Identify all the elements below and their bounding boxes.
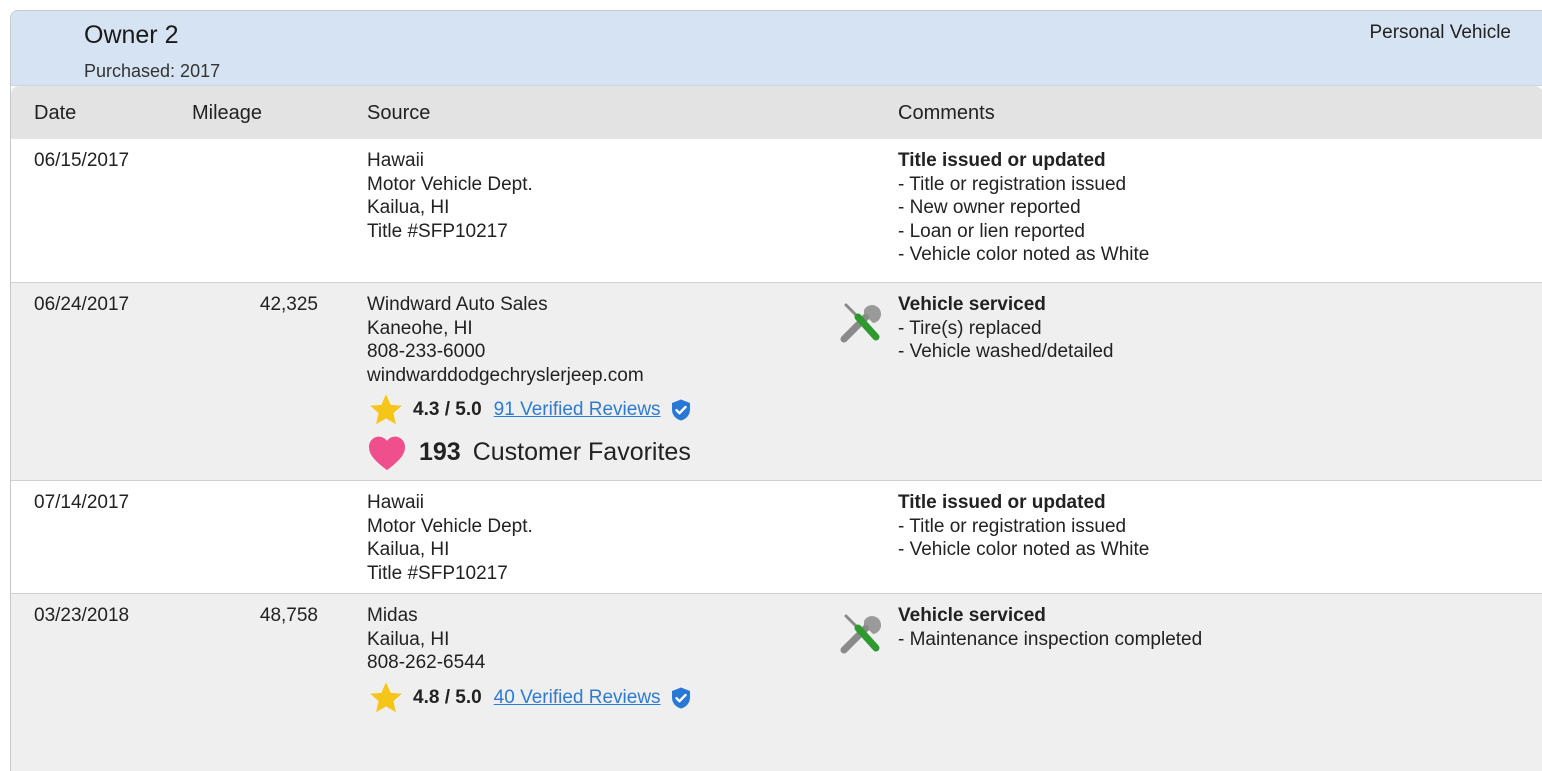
row-mileage: 42,325 — [259, 294, 318, 315]
column-date: Date — [34, 102, 77, 124]
owner-header: Owner 2 Purchased: 2017 Personal Vehicle — [11, 11, 1542, 86]
verified-shield-icon — [671, 687, 690, 708]
verified-reviews-link[interactable]: 40 Verified Reviews — [494, 686, 661, 710]
comment-title: Title issued or updated — [898, 492, 1106, 513]
comment-item: - Vehicle color noted as White — [898, 244, 1150, 265]
table-row: 06/15/2017 Hawaii Motor Vehicle Dept. Ka… — [11, 139, 1542, 283]
source-location: Kailua, HI — [367, 628, 450, 650]
wrench-screwdriver-icon — [840, 303, 882, 343]
column-mileage: Mileage — [192, 102, 263, 124]
row-comments: Title issued or updated - Title or regis… — [898, 491, 1149, 562]
comment-item: - Title or registration issued — [898, 515, 1127, 537]
vehicle-use-type: Personal Vehicle — [1369, 22, 1511, 43]
comment-title: Vehicle serviced — [898, 294, 1046, 315]
column-comments: Comments — [898, 102, 995, 124]
row-source: Windward Auto Sales Kaneohe, HI 808-233-… — [367, 293, 693, 473]
star-icon — [370, 394, 402, 425]
row-date: 06/24/2017 — [34, 294, 130, 315]
row-source: Hawaii Motor Vehicle Dept. Kailua, HI Ti… — [367, 491, 533, 585]
source-dept: Motor Vehicle Dept. — [367, 173, 533, 195]
table-header: Date Mileage Source Comments — [11, 86, 1542, 139]
rating-value: 4.8 / 5.0 — [413, 686, 482, 708]
customer-favorites: 193 Customer Favorites — [367, 433, 693, 473]
source-title-number: Title #SFP10217 — [367, 220, 508, 242]
source-dept: Motor Vehicle Dept. — [367, 515, 533, 537]
dealer-rating: 4.3 / 5.0 91 Verified Reviews — [367, 393, 693, 427]
row-comments: Vehicle serviced - Tire(s) replaced - Ve… — [898, 293, 1113, 364]
row-date: 03/23/2018 — [34, 605, 130, 626]
comment-item: - Title or registration issued — [898, 173, 1127, 195]
favorites-label: Customer Favorites — [472, 438, 691, 467]
star-icon — [370, 681, 402, 712]
source-phone: 808-233-6000 — [367, 341, 486, 362]
row-comments: Vehicle serviced - Maintenance inspectio… — [898, 604, 1202, 651]
row-source: Midas Kailua, HI 808-262-6544 4.8 / 5.0 … — [367, 604, 693, 715]
comment-item: - Vehicle washed/detailed — [898, 341, 1114, 362]
comment-item: - Loan or lien reported — [898, 220, 1085, 242]
comment-item: - Maintenance inspection completed — [898, 628, 1203, 650]
shop-rating: 4.8 / 5.0 40 Verified Reviews — [367, 681, 693, 715]
verified-shield-icon — [671, 399, 690, 421]
source-location: Kaneohe, HI — [367, 317, 473, 339]
comment-title: Vehicle serviced — [898, 605, 1046, 626]
source-name: Hawaii — [367, 150, 425, 171]
table-row: 03/23/2018 48,758 Midas Kailua, HI 808-2… — [11, 594, 1542, 771]
comment-item: - New owner reported — [898, 197, 1081, 218]
heart-icon — [369, 436, 405, 471]
table-row: 06/24/2017 42,325 Windward Auto Sales Ka… — [11, 283, 1542, 481]
purchased-label: Purchased: 2017 — [84, 61, 221, 81]
source-website: windwarddodgechryslerjeep.com — [367, 364, 644, 386]
row-date: 06/15/2017 — [34, 150, 130, 171]
row-date: 07/14/2017 — [34, 492, 130, 513]
wrench-screwdriver-icon — [840, 614, 882, 654]
owner-history-panel: Owner 2 Purchased: 2017 Personal Vehicle… — [10, 10, 1542, 771]
source-phone: 808-262-6544 — [367, 652, 486, 673]
source-title-number: Title #SFP10217 — [367, 562, 508, 584]
source-name: Hawaii — [367, 492, 425, 513]
comment-title: Title issued or updated — [898, 150, 1106, 171]
source-name: Midas — [367, 605, 418, 626]
source-name: Windward Auto Sales — [367, 294, 548, 315]
comment-item: - Vehicle color noted as White — [898, 539, 1150, 560]
rating-value: 4.3 / 5.0 — [413, 399, 482, 421]
table-row: 07/14/2017 Hawaii Motor Vehicle Dept. Ka… — [11, 481, 1542, 594]
comment-item: - Tire(s) replaced — [898, 317, 1042, 339]
favorites-count: 193 — [419, 438, 461, 467]
row-source: Hawaii Motor Vehicle Dept. Kailua, HI Ti… — [367, 149, 533, 243]
source-location: Kailua, HI — [367, 197, 450, 218]
row-comments: Title issued or updated - Title or regis… — [898, 149, 1149, 267]
verified-reviews-link[interactable]: 91 Verified Reviews — [494, 398, 661, 422]
source-location: Kailua, HI — [367, 539, 450, 560]
owner-title: Owner 2 — [84, 21, 179, 49]
row-mileage: 48,758 — [259, 605, 318, 626]
column-source: Source — [367, 102, 431, 124]
